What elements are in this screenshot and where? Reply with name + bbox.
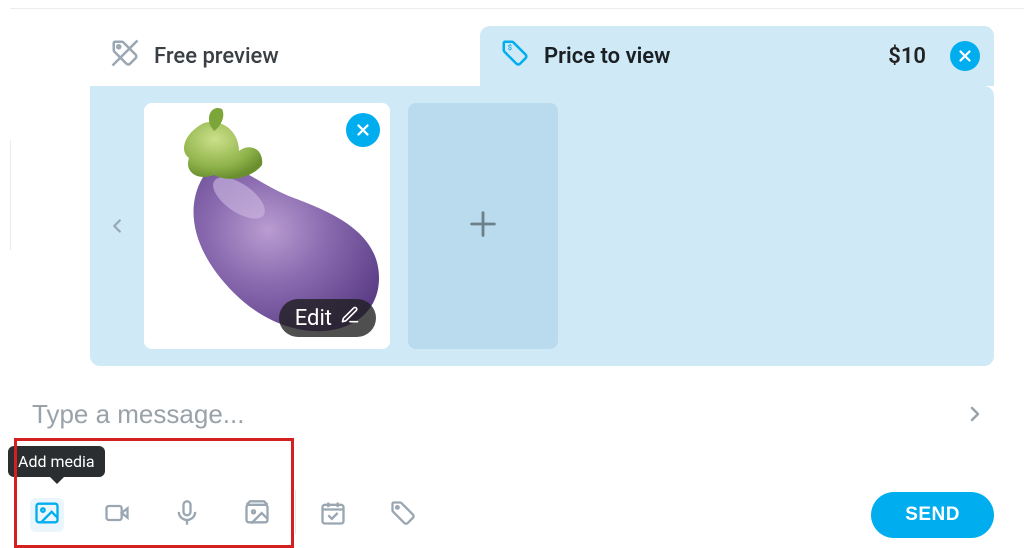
tab-free-preview[interactable]: Free preview	[90, 26, 480, 86]
tab-price-label: Price to view	[544, 44, 670, 69]
edit-label: Edit	[295, 306, 332, 331]
scroll-left-button[interactable]	[90, 215, 144, 237]
svg-text:$: $	[508, 43, 512, 52]
toolbar-divider	[295, 490, 296, 534]
tag-off-icon	[110, 38, 140, 74]
media-tray: Edit	[90, 86, 994, 366]
tab-price-to-view[interactable]: $ Price to view $10	[480, 26, 994, 86]
price-amount: $10	[888, 44, 926, 69]
divider	[10, 140, 11, 250]
message-input[interactable]	[30, 398, 956, 431]
schedule-button[interactable]	[316, 498, 350, 532]
divider	[10, 8, 1024, 9]
price-tag-icon	[389, 499, 417, 531]
pencil-icon	[340, 305, 360, 331]
plus-icon	[466, 207, 500, 245]
price-tag-icon: $	[500, 38, 530, 74]
video-icon	[103, 499, 131, 531]
add-image-button[interactable]	[30, 498, 64, 532]
add-video-button[interactable]	[100, 498, 134, 532]
expand-composer-button[interactable]	[956, 394, 994, 434]
tooltip-text: Add media	[18, 452, 95, 471]
composer-toolbar: SEND	[30, 494, 994, 536]
message-composer	[30, 390, 994, 438]
calendar-check-icon	[319, 499, 347, 531]
microphone-icon	[173, 499, 201, 531]
remove-media-button[interactable]	[346, 113, 380, 147]
gallery-icon	[243, 499, 271, 531]
add-gif-button[interactable]	[240, 498, 274, 532]
image-icon	[33, 499, 61, 531]
pricing-tabs: Free preview $ Price to view $10	[90, 26, 994, 86]
edit-media-button[interactable]: Edit	[279, 299, 376, 337]
record-audio-button[interactable]	[170, 498, 204, 532]
add-media-tile[interactable]	[408, 103, 558, 349]
media-thumbnail[interactable]: Edit	[144, 103, 390, 349]
send-button[interactable]: SEND	[871, 492, 994, 538]
set-price-button[interactable]	[386, 498, 420, 532]
tab-free-label: Free preview	[154, 44, 279, 69]
clear-price-button[interactable]	[950, 41, 980, 71]
add-media-tooltip: Add media	[8, 446, 105, 477]
